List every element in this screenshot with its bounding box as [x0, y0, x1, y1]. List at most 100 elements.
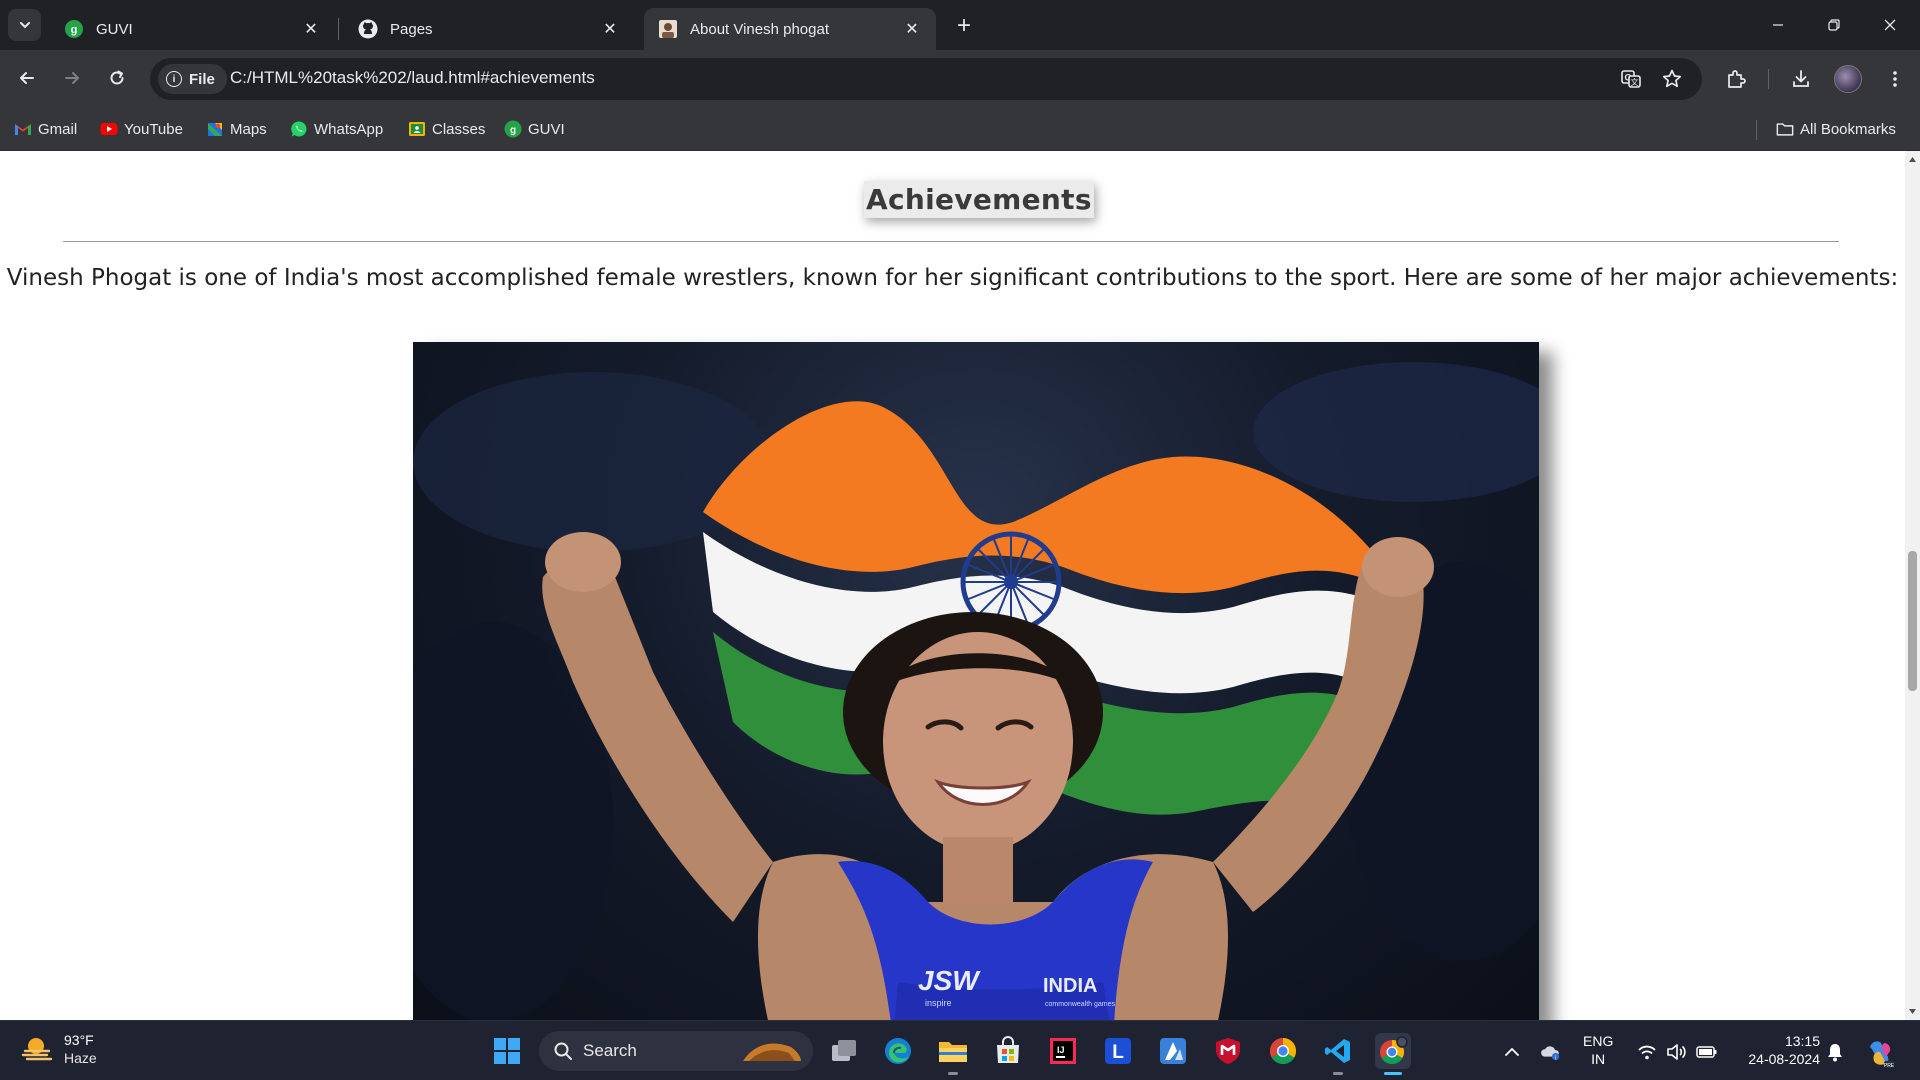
- windows-taskbar: 93°F Haze Search IJ L i ENG IN 13:15 24-…: [0, 1020, 1920, 1080]
- close-window-button[interactable]: [1862, 0, 1918, 50]
- chrome-profile-icon: [1380, 1036, 1408, 1065]
- bookmark-youtube[interactable]: YouTube: [100, 118, 183, 140]
- running-indicator: [1333, 1072, 1343, 1075]
- arrow-left-icon: [20, 72, 34, 84]
- tab-search-button[interactable]: [8, 9, 41, 41]
- taskbar-chrome-active[interactable]: [1375, 1033, 1411, 1075]
- close-icon[interactable]: ✕: [600, 19, 620, 39]
- translate-icon[interactable]: G文: [1619, 67, 1643, 91]
- language-line-2: IN: [1591, 1051, 1606, 1067]
- toolbar-separator: [1768, 69, 1769, 89]
- bookmarks-separator: [1756, 120, 1757, 140]
- copilot-icon[interactable]: PRE: [1864, 1037, 1896, 1069]
- taskbar-store[interactable]: [990, 1033, 1026, 1069]
- maps-icon: [206, 120, 224, 138]
- weather-widget[interactable]: 93°F Haze: [20, 1031, 97, 1067]
- search-icon: [554, 1042, 572, 1060]
- windows-logo-icon: [494, 1038, 520, 1064]
- reload-icon: [110, 70, 124, 85]
- folder-icon: [939, 1042, 967, 1062]
- scroll-up-icon[interactable]: [1908, 155, 1917, 164]
- tab-about-vinesh-phogat[interactable]: About Vinesh phogat ✕: [644, 8, 936, 50]
- page-viewport: Achievements Vinesh Phogat is one of Ind…: [0, 151, 1905, 1020]
- folder-icon: [1776, 120, 1794, 138]
- all-bookmarks-button[interactable]: All Bookmarks: [1776, 118, 1896, 140]
- task-view-icon: [832, 1040, 856, 1061]
- wifi-icon[interactable]: [1636, 1041, 1658, 1063]
- search-label: Search: [583, 1041, 637, 1060]
- new-tab-button[interactable]: +: [950, 12, 978, 40]
- taskbar-edge[interactable]: [880, 1033, 916, 1069]
- bookmark-classes[interactable]: Classes: [408, 118, 485, 140]
- search-highlight-icon: [743, 1043, 801, 1061]
- tab-title: GUVI: [96, 20, 133, 38]
- scroll-down-icon[interactable]: [1908, 1007, 1917, 1016]
- guvi-icon: g: [504, 120, 522, 138]
- sponsor-logo-text: JSW: [918, 965, 981, 996]
- bookmarks-bar: Gmail YouTube Maps WhatsApp Classes g GU…: [0, 108, 1920, 151]
- bookmark-gmail[interactable]: Gmail: [14, 118, 77, 140]
- page-scrollbar[interactable]: [1905, 151, 1920, 1020]
- language-indicator[interactable]: ENG IN: [1583, 1032, 1613, 1068]
- bookmark-label: GUVI: [528, 120, 565, 138]
- extensions-icon[interactable]: [1721, 64, 1751, 94]
- taskbar-chrome[interactable]: [1265, 1033, 1301, 1069]
- intellij-icon: IJ: [1050, 1038, 1076, 1064]
- site-info-chip[interactable]: i File: [158, 64, 227, 94]
- close-icon: [1884, 19, 1896, 31]
- taskbar-intellij[interactable]: IJ: [1045, 1033, 1081, 1069]
- back-button[interactable]: [10, 61, 44, 95]
- arrow-right-icon: [65, 72, 79, 84]
- store-icon: [997, 1036, 1019, 1063]
- svg-text:i: i: [1555, 1055, 1556, 1061]
- task-view-button[interactable]: [826, 1033, 862, 1069]
- taskbar-search[interactable]: Search: [539, 1031, 813, 1071]
- bookmark-label: Gmail: [38, 120, 78, 138]
- forward-button[interactable]: [55, 61, 89, 95]
- clock[interactable]: 13:15 24-08-2024: [1736, 1032, 1820, 1068]
- reload-button[interactable]: [100, 61, 134, 95]
- browser-toolbar: i File C:/HTML%20task%202/laud.html#achi…: [0, 50, 1920, 108]
- notification-bell-icon[interactable]: [1824, 1041, 1846, 1063]
- youtube-icon: [100, 120, 118, 138]
- bookmark-maps[interactable]: Maps: [206, 118, 267, 140]
- download-icon[interactable]: [1786, 64, 1816, 94]
- tab-strip: g GUVI ✕ Pages ✕ About Vinesh phogat ✕ +: [0, 0, 1920, 50]
- restore-icon: [1828, 19, 1840, 31]
- tab-pages[interactable]: Pages ✕: [344, 8, 634, 50]
- volume-icon[interactable]: [1666, 1041, 1688, 1063]
- battery-icon[interactable]: [1696, 1041, 1718, 1063]
- running-indicator: [948, 1072, 958, 1075]
- chevron-down-icon: [19, 22, 30, 29]
- url-text[interactable]: C:/HTML%20task%202/laud.html#achievement…: [230, 68, 595, 88]
- tab-guvi[interactable]: g GUVI ✕: [50, 8, 335, 50]
- restore-button[interactable]: [1806, 0, 1862, 50]
- taskbar-file-explorer[interactable]: [935, 1033, 971, 1075]
- edge-icon: [885, 1038, 911, 1064]
- minimize-button[interactable]: [1750, 0, 1806, 50]
- github-icon: [358, 19, 378, 39]
- profile-avatar[interactable]: [1834, 65, 1862, 93]
- bookmark-guvi[interactable]: g GUVI: [504, 118, 565, 140]
- start-button[interactable]: [489, 1033, 525, 1069]
- address-bar[interactable]: i File C:/HTML%20task%202/laud.html#achi…: [150, 58, 1702, 100]
- taskbar-azure-data-studio[interactable]: [1155, 1033, 1191, 1069]
- bookmark-star-icon[interactable]: [1660, 67, 1684, 91]
- taskbar-l-app[interactable]: L: [1100, 1033, 1136, 1069]
- guvi-icon: g: [64, 19, 84, 39]
- close-icon[interactable]: ✕: [301, 19, 321, 39]
- bookmark-label: Classes: [432, 120, 486, 138]
- chevron-up-icon[interactable]: [1501, 1041, 1523, 1063]
- onedrive-icon[interactable]: i: [1540, 1041, 1562, 1063]
- section-divider: [63, 241, 1839, 242]
- taskbar-vscode[interactable]: [1320, 1033, 1356, 1075]
- close-icon[interactable]: ✕: [902, 19, 922, 39]
- menu-kebab-icon[interactable]: [1880, 64, 1910, 94]
- l-app-icon: L: [1105, 1038, 1131, 1064]
- bookmark-label: WhatsApp: [314, 120, 384, 138]
- sponsor-sub-text: inspire: [925, 998, 952, 1008]
- taskbar-mcafee[interactable]: [1210, 1033, 1246, 1069]
- classroom-icon: [408, 120, 426, 138]
- scrollbar-thumb[interactable]: [1908, 551, 1917, 691]
- bookmark-whatsapp[interactable]: WhatsApp: [290, 118, 383, 140]
